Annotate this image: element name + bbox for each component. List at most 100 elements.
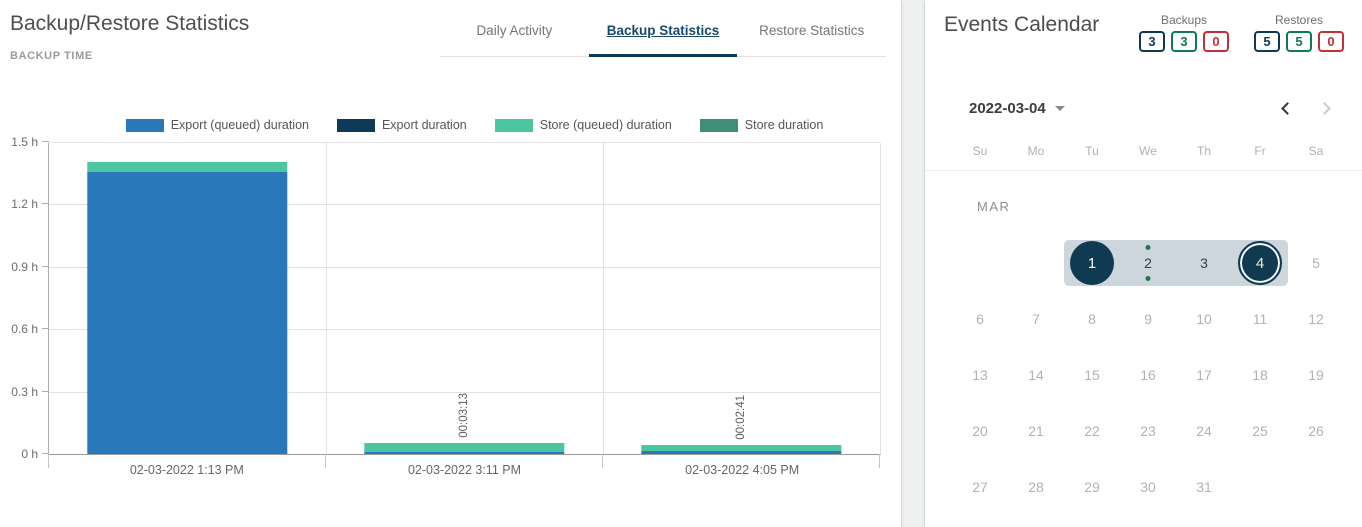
counter-group-restores: Restores 550	[1254, 13, 1344, 52]
weekday-header: Tu	[1064, 144, 1120, 158]
calendar-nav	[1283, 104, 1329, 113]
calendar-day-29[interactable]: 29	[1064, 459, 1120, 515]
previous-month-icon[interactable]	[1281, 102, 1294, 115]
weekday-header-row: SuMoTuWeThFrSa	[952, 144, 1344, 158]
calendar-day-13[interactable]: 13	[952, 347, 1008, 403]
calendar-day-21[interactable]: 21	[1008, 403, 1064, 459]
chart-column	[49, 143, 326, 454]
bar-segment-export-queued-duration	[642, 451, 841, 454]
calendar-day-5[interactable]: 5	[1288, 235, 1344, 291]
calendar-day-28[interactable]: 28	[1008, 459, 1064, 515]
y-axis-label: 1.5 h	[1, 135, 38, 149]
calendar-day-15[interactable]: 15	[1064, 347, 1120, 403]
counter-title: Restores	[1254, 13, 1344, 27]
month-label: MAR	[977, 199, 1010, 214]
calendar-day-4[interactable]: 4	[1232, 235, 1288, 291]
y-axis-tick	[42, 328, 49, 329]
y-axis-label: 0 h	[1, 447, 38, 461]
counter-badges: 550	[1254, 31, 1344, 52]
tab-label: Restore Statistics	[759, 23, 864, 38]
events-calendar-title: Events Calendar	[944, 13, 1099, 37]
y-axis-label: 1.2 h	[1, 197, 38, 211]
bar	[88, 162, 287, 454]
chart-subtitle: BACKUP TIME	[10, 50, 93, 62]
calendar-day-18[interactable]: 18	[1232, 347, 1288, 403]
calendar-day-8[interactable]: 8	[1064, 291, 1120, 347]
day-number: 19	[1308, 367, 1324, 383]
y-axis-tick	[42, 391, 49, 392]
calendar-day-27[interactable]: 27	[952, 459, 1008, 515]
day-number: 14	[1028, 367, 1044, 383]
day-number: 11	[1253, 311, 1268, 327]
tab-restore-statistics[interactable]: Restore Statistics	[737, 0, 886, 56]
legend-item-export-queued-duration[interactable]: Export (queued) duration	[126, 118, 309, 132]
calendar-day-22[interactable]: 22	[1064, 403, 1120, 459]
selected-date: 2022-03-04	[969, 100, 1046, 117]
calendar-day-23[interactable]: 23	[1120, 403, 1176, 459]
chart-column: 00:03:13	[326, 143, 603, 454]
day-number: 22	[1084, 423, 1100, 439]
calendar-day-14[interactable]: 14	[1008, 347, 1064, 403]
calendar-empty-cell	[1288, 459, 1344, 515]
calendar-divider	[925, 170, 1362, 171]
bar-segment-store-queued-duration	[365, 443, 564, 452]
x-axis-label: 02-03-2022 3:11 PM	[326, 463, 604, 477]
weekday-header: Th	[1176, 144, 1232, 158]
legend-label: Export (queued) duration	[171, 118, 309, 132]
legend-label: Store (queued) duration	[540, 118, 672, 132]
legend-label: Store duration	[745, 118, 824, 132]
bar	[642, 445, 841, 454]
calendar-empty-cell	[1008, 235, 1064, 291]
calendar-day-19[interactable]: 19	[1288, 347, 1344, 403]
chart-column: 00:02:41	[603, 143, 880, 454]
calendar-day-3[interactable]: 3	[1176, 235, 1232, 291]
legend-swatch	[495, 119, 533, 132]
calendar-day-1[interactable]: 1	[1064, 235, 1120, 291]
legend-item-export-duration[interactable]: Export duration	[337, 118, 467, 132]
calendar-day-17[interactable]: 17	[1176, 347, 1232, 403]
calendar-day-2[interactable]: 2	[1120, 235, 1176, 291]
x-axis-tick	[48, 454, 49, 468]
date-selector[interactable]: 2022-03-04	[969, 100, 1065, 117]
weekday-header: Sa	[1288, 144, 1344, 158]
day-number: 21	[1028, 423, 1044, 439]
x-axis-tick	[325, 454, 326, 468]
day-number: 15	[1084, 367, 1100, 383]
calendar-day-6[interactable]: 6	[952, 291, 1008, 347]
backup-restore-statistics-panel: Backup/Restore Statistics BACKUP TIME Da…	[0, 0, 901, 527]
count-badge: 3	[1171, 31, 1197, 52]
calendar-day-9[interactable]: 9	[1120, 291, 1176, 347]
tab-bar: Daily ActivityBackup Statistics Restore S…	[440, 0, 886, 57]
events-calendar-panel: Events Calendar Backups330Restores550 20…	[925, 0, 1362, 527]
day-number: 30	[1140, 479, 1156, 495]
calendar-day-12[interactable]: 12	[1288, 291, 1344, 347]
calendar-day-31[interactable]: 31	[1176, 459, 1232, 515]
calendar-day-30[interactable]: 30	[1120, 459, 1176, 515]
calendar-day-7[interactable]: 7	[1008, 291, 1064, 347]
day-number: 3	[1200, 255, 1208, 271]
x-axis-labels: 02-03-2022 1:13 PM02-03-2022 3:11 PM02-0…	[48, 463, 881, 477]
day-number: 16	[1140, 367, 1156, 383]
tab-daily-activity[interactable]: Daily Activity	[440, 0, 589, 56]
weekday-header: Su	[952, 144, 1008, 158]
chevron-down-icon	[1055, 106, 1065, 111]
day-number: 31	[1196, 479, 1212, 495]
day-number: 13	[972, 367, 988, 383]
calendar-day-20[interactable]: 20	[952, 403, 1008, 459]
calendar-day-25[interactable]: 25	[1232, 403, 1288, 459]
bar-segment-export-queued-duration	[88, 172, 287, 454]
calendar-day-24[interactable]: 24	[1176, 403, 1232, 459]
tab-backup-statistics[interactable]: Backup Statistics	[589, 0, 738, 56]
calendar-day-11[interactable]: 11	[1232, 291, 1288, 347]
calendar-day-16[interactable]: 16	[1120, 347, 1176, 403]
legend-item-store-queued-duration[interactable]: Store (queued) duration	[495, 118, 672, 132]
chart-legend: Export (queued) duration Export duration S…	[0, 116, 901, 134]
day-number: 20	[972, 423, 988, 439]
next-month-icon[interactable]	[1318, 102, 1331, 115]
weekday-header: We	[1120, 144, 1176, 158]
legend-label: Export duration	[382, 118, 467, 132]
calendar-day-26[interactable]: 26	[1288, 403, 1344, 459]
legend-item-store-duration[interactable]: Store duration	[700, 118, 824, 132]
calendar-day-10[interactable]: 10	[1176, 291, 1232, 347]
day-number: 23	[1140, 423, 1156, 439]
